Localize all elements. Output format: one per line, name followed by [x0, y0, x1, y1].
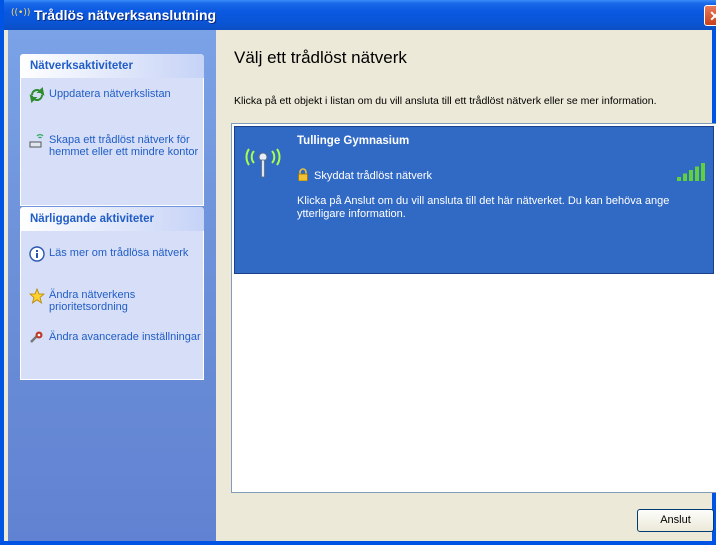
settings-icon — [29, 330, 45, 346]
signal-bar — [695, 166, 699, 181]
setup-network-icon — [29, 133, 45, 149]
related-tasks-title: Närliggande aktiviteter — [30, 213, 154, 225]
signal-strength-icon — [675, 161, 711, 181]
network-tasks-panel: Nätverksaktiviteter Uppdatera nätverksli… — [20, 54, 204, 206]
connect-button[interactable]: Anslut — [637, 509, 714, 532]
task-label: Läs mer om trådlösa nätverk — [49, 247, 189, 259]
related-tasks-panel: Närliggande aktiviteter Läs mer om trådl… — [20, 207, 204, 380]
window-title: Trådlös nätverksanslutning — [34, 7, 217, 23]
info-icon — [29, 246, 45, 262]
network-list[interactable]: Tullinge Gymnasium Skyddat trådlöst nätv… — [231, 123, 716, 493]
network-tasks-body: Uppdatera nätverkslistan Skapa ett trådl… — [20, 78, 204, 206]
task-label: Ändra nätverkens prioritetsordning — [49, 289, 136, 313]
signal-bar — [689, 170, 693, 181]
signal-bar — [677, 177, 681, 181]
refresh-icon — [29, 86, 45, 104]
task-label: Skapa ett trådlöst nätverk för hemmet el… — [49, 134, 199, 158]
task-label: Uppdatera nätverkslistan — [49, 88, 171, 100]
close-button[interactable]: ✕ — [704, 5, 716, 26]
network-tasks-header[interactable]: Nätverksaktiviteter — [20, 54, 204, 78]
related-tasks-header[interactable]: Närliggande aktiviteter — [20, 207, 204, 231]
star-icon — [28, 287, 46, 304]
related-tasks-body: Läs mer om trådlösa nätverk Ändra nätver… — [20, 231, 204, 380]
network-tasks-title: Nätverksaktiviteter — [30, 60, 133, 72]
title-bar[interactable]: ((•)) Trådlös nätverksanslutning ✕ — [4, 0, 716, 30]
task-label: Ändra avancerade inställningar — [49, 331, 201, 343]
network-item-selected[interactable]: Tullinge Gymnasium Skyddat trådlöst nätv… — [234, 126, 714, 274]
task-sidebar: Nätverksaktiviteter Uppdatera nätverksli… — [8, 30, 216, 541]
page-title: Välj ett trådlöst nätverk — [234, 48, 407, 67]
instruction-text: Klicka på ett objekt i listan om du vill… — [234, 95, 657, 107]
wireless-icon: ((•)) — [11, 8, 31, 18]
signal-bar — [683, 173, 687, 181]
lock-icon — [297, 168, 309, 182]
network-name: Tullinge Gymnasium — [297, 135, 410, 147]
network-security: Skyddat trådlöst nätverk — [314, 170, 433, 182]
signal-bar — [701, 163, 705, 181]
wireless-connection-window: ((•)) Trådlös nätverksanslutning ✕ Nätve… — [0, 0, 716, 545]
wireless-network-icon — [243, 139, 283, 179]
network-description: Klicka på Anslut om du vill ansluta till… — [297, 195, 670, 220]
